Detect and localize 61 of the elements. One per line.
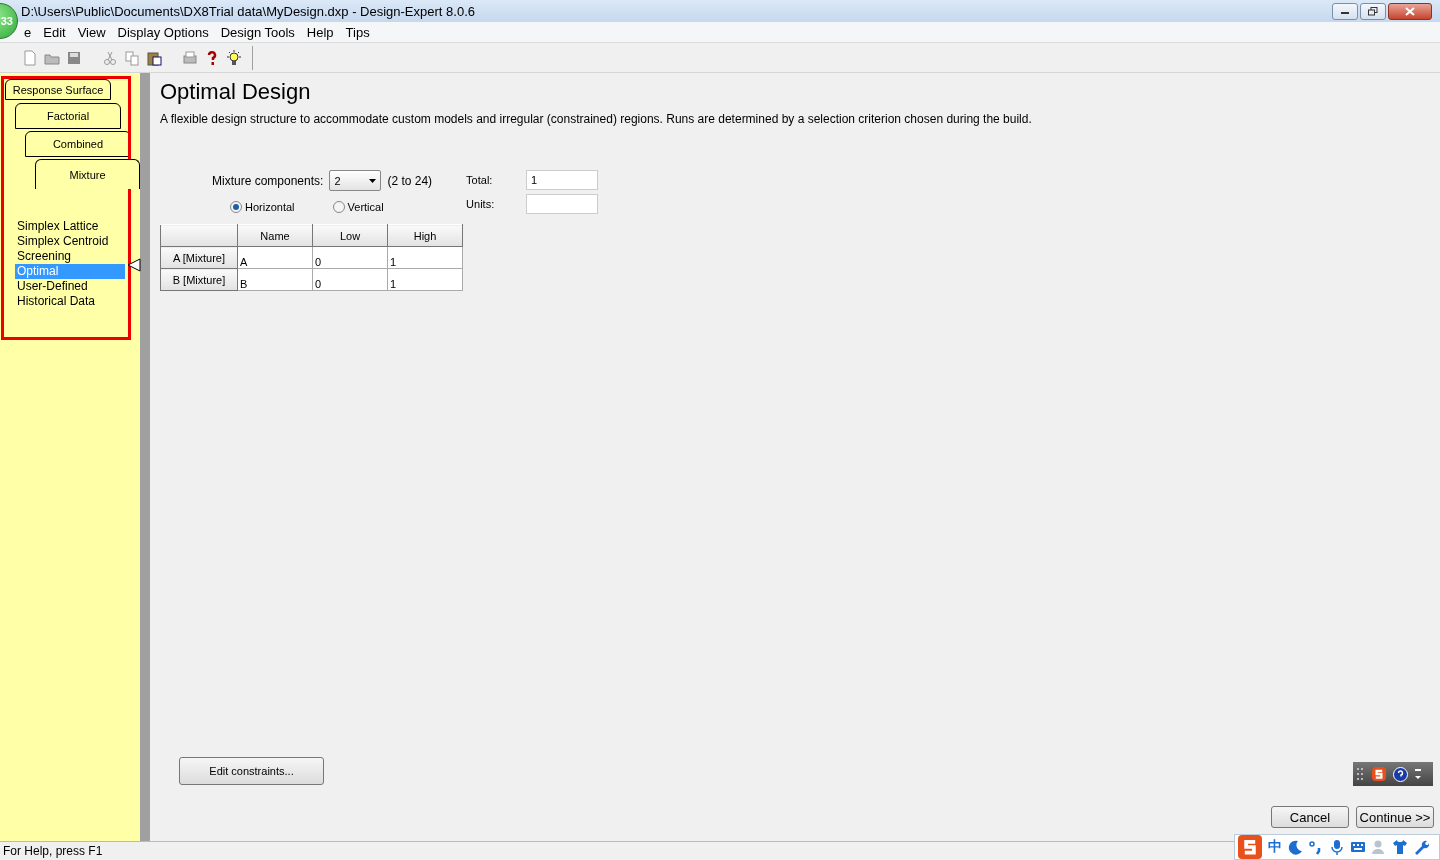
help-icon: [1393, 766, 1408, 782]
column-header: Name: [237, 224, 313, 247]
column-header: Low: [312, 224, 388, 247]
menu-item[interactable]: Display Options: [111, 24, 215, 40]
cancel-button[interactable]: Cancel: [1271, 806, 1349, 828]
continue-button[interactable]: Continue >>: [1356, 806, 1434, 828]
menu-item[interactable]: Tips: [339, 24, 376, 40]
design-tab[interactable]: Mixture: [35, 159, 140, 189]
column-header: High: [387, 224, 463, 247]
shirt-icon[interactable]: [1392, 839, 1408, 855]
lightbulb-icon[interactable]: [226, 49, 242, 66]
save-icon[interactable]: [66, 49, 82, 66]
notification-badge: 33: [0, 3, 18, 39]
design-type-item[interactable]: Simplex Lattice: [15, 219, 125, 234]
restore-button[interactable]: [1360, 2, 1386, 20]
design-type-item[interactable]: Historical Data: [15, 294, 125, 309]
minimize-button[interactable]: [1332, 2, 1358, 20]
input-mode-toggle[interactable]: 中: [1268, 838, 1282, 856]
wrench-icon[interactable]: [1413, 839, 1429, 855]
paste-icon[interactable]: [146, 49, 162, 66]
printer-icon[interactable]: [182, 49, 198, 66]
row-header: B [Mixture]: [160, 268, 238, 291]
field-label: Total:: [466, 174, 494, 186]
page-description: A flexible design structure to accommodate custom models and irregular (constrained) regions. Runs are determined by a selection criterion chosen during the build.: [160, 112, 1033, 126]
edit-constraints-button[interactable]: Edit constraints...: [179, 757, 324, 785]
design-type-item[interactable]: Simplex Centroid: [15, 234, 125, 249]
field-label: Mixture components:: [212, 173, 324, 188]
caret-icon: [369, 178, 377, 183]
radio-button[interactable]: [332, 201, 345, 213]
status-text: For Help, press F1: [3, 844, 103, 858]
menu-item[interactable]: View: [71, 24, 112, 40]
design-type-item[interactable]: Screening: [15, 249, 125, 264]
design-tab[interactable]: Response Surface: [5, 79, 111, 100]
components-dropdown[interactable]: 2: [329, 170, 382, 191]
design-type-item[interactable]: User-Defined: [15, 279, 125, 294]
design-tab[interactable]: Combined: [25, 131, 131, 157]
menu-item[interactable]: e: [18, 24, 38, 40]
close-button[interactable]: [1388, 2, 1432, 20]
menu-item[interactable]: Edit: [37, 24, 72, 40]
page-title: Optimal Design: [160, 79, 312, 105]
range-hint: (2 to 24): [387, 173, 433, 188]
ime-logo-icon: [1371, 766, 1387, 782]
design-tab[interactable]: Factorial: [15, 103, 121, 129]
microphone-icon[interactable]: [1329, 839, 1345, 855]
close-icon: [1405, 6, 1415, 16]
keyboard-icon[interactable]: [1350, 839, 1366, 855]
grip-icon: [1357, 768, 1365, 780]
radio-label: Vertical: [347, 201, 384, 213]
menu-item[interactable]: Design Tools: [214, 24, 301, 40]
pointer-icon: [127, 258, 141, 272]
units-field[interactable]: [526, 194, 599, 214]
total-field[interactable]: 1: [526, 170, 599, 190]
radio-button[interactable]: [230, 201, 242, 213]
window-title: D:\Users\Public\Documents\DX8Trial data\MyDesign.dxp - Design-Expert 8.0.6: [21, 3, 475, 19]
menu-item[interactable]: Help: [300, 24, 340, 40]
restore-icon: [1368, 6, 1378, 16]
radio-label: Horizontal: [245, 201, 295, 213]
field-label: Units:: [466, 198, 496, 210]
row-header: A [Mixture]: [160, 246, 238, 269]
moon-icon[interactable]: [1287, 839, 1303, 855]
collapse-icon: [1414, 768, 1422, 780]
